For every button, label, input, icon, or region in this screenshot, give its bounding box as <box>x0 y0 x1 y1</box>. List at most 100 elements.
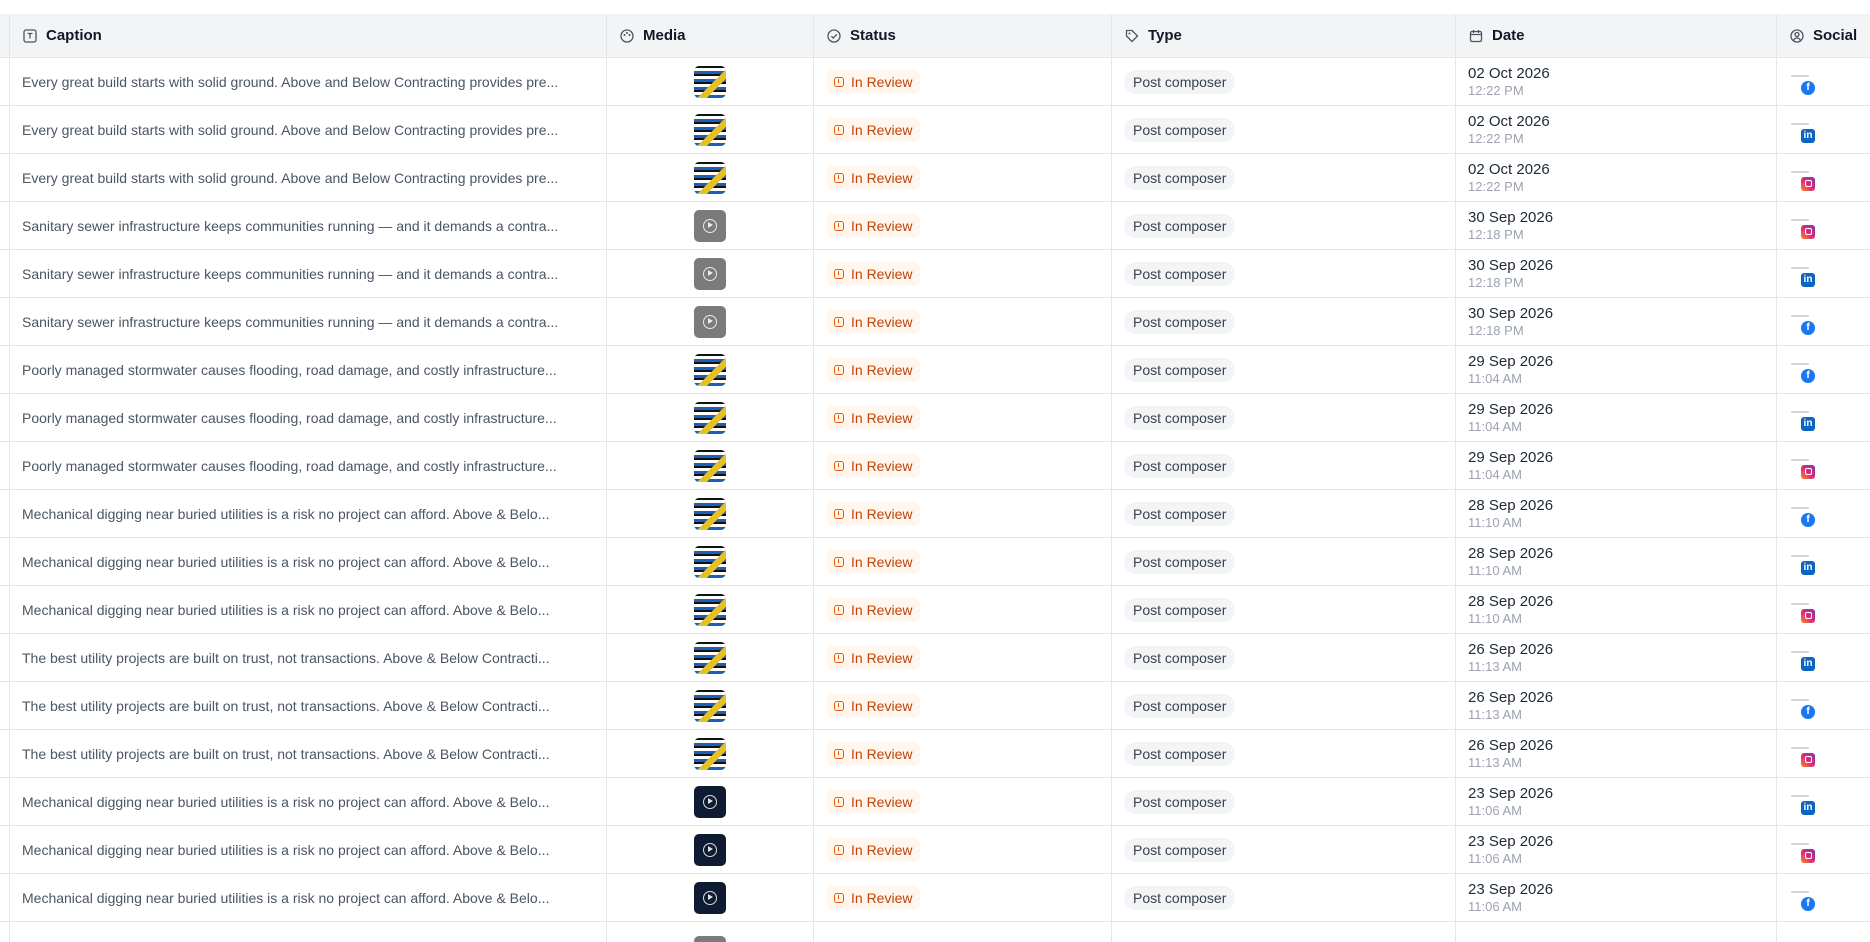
status-cell[interactable]: In Review <box>814 250 1112 297</box>
date-cell[interactable]: 30 Sep 2026 12:18 PM <box>1456 298 1777 345</box>
type-cell[interactable]: Post composer <box>1112 250 1456 297</box>
social-cell[interactable]: in <box>1777 634 1870 681</box>
column-header-social[interactable]: Social <box>1777 14 1870 57</box>
social-account[interactable] <box>1789 837 1815 863</box>
image-thumbnail[interactable] <box>694 449 726 482</box>
caption-cell[interactable]: Poorly managed stormwater causes floodin… <box>10 442 607 489</box>
social-cell[interactable]: in <box>1777 106 1870 153</box>
social-cell[interactable]: f <box>1777 346 1870 393</box>
table-row[interactable]: Every great build starts with solid grou… <box>0 58 1870 106</box>
image-thumbnail[interactable] <box>694 689 726 722</box>
caption-cell[interactable]: Every great build starts with solid grou… <box>10 154 607 201</box>
social-account[interactable]: f <box>1789 501 1815 527</box>
media-cell[interactable] <box>607 778 814 825</box>
status-badge[interactable]: In Review <box>826 309 921 334</box>
social-cell[interactable]: f <box>1777 874 1870 921</box>
table-row[interactable]: Sanitary sewer infrastructure keeps comm… <box>0 250 1870 298</box>
social-account[interactable] <box>1789 597 1815 623</box>
status-cell[interactable]: In Review <box>814 394 1112 441</box>
media-cell[interactable] <box>607 586 814 633</box>
date-cell[interactable]: 26 Sep 2026 11:13 AM <box>1456 682 1777 729</box>
status-cell[interactable]: In Review <box>814 58 1112 105</box>
status-cell[interactable]: In Review <box>814 778 1112 825</box>
status-badge[interactable]: In Review <box>826 453 921 478</box>
column-header-date[interactable]: Date <box>1456 14 1777 57</box>
video-thumbnail[interactable] <box>694 209 726 242</box>
status-cell[interactable]: In Review <box>814 442 1112 489</box>
caption-cell[interactable]: Mechanical digging near buried utilities… <box>10 490 607 537</box>
status-badge[interactable]: In Review <box>826 549 921 574</box>
column-header-media[interactable]: Media <box>607 14 814 57</box>
media-cell[interactable] <box>607 346 814 393</box>
caption-cell[interactable]: Sanitary sewer infrastructure keeps comm… <box>10 202 607 249</box>
image-thumbnail[interactable] <box>694 353 726 386</box>
image-thumbnail[interactable] <box>694 545 726 578</box>
status-badge[interactable]: In Review <box>826 741 921 766</box>
table-row[interactable]: Mechanical digging near buried utilities… <box>0 778 1870 826</box>
social-cell[interactable]: f <box>1777 58 1870 105</box>
media-cell[interactable] <box>607 394 814 441</box>
social-cell[interactable] <box>1777 826 1870 873</box>
social-cell[interactable]: in <box>1777 394 1870 441</box>
image-thumbnail[interactable] <box>694 641 726 674</box>
media-cell[interactable] <box>607 106 814 153</box>
status-badge[interactable]: In Review <box>826 693 921 718</box>
date-cell[interactable]: 02 Oct 2026 12:22 PM <box>1456 106 1777 153</box>
social-account[interactable]: f <box>1789 69 1815 95</box>
date-cell[interactable]: 26 Sep 2026 11:13 AM <box>1456 730 1777 777</box>
date-cell[interactable]: 28 Sep 2026 11:10 AM <box>1456 538 1777 585</box>
caption-cell[interactable]: Mechanical digging near buried utilities… <box>10 538 607 585</box>
date-cell[interactable]: 29 Sep 2026 11:04 AM <box>1456 346 1777 393</box>
caption-cell[interactable]: The best utility projects are built on t… <box>10 730 607 777</box>
status-badge[interactable]: In Review <box>826 261 921 286</box>
media-cell[interactable] <box>607 58 814 105</box>
status-badge[interactable]: In Review <box>826 645 921 670</box>
media-cell[interactable] <box>607 682 814 729</box>
social-cell[interactable] <box>1777 154 1870 201</box>
table-row[interactable]: Every great build starts with solid grou… <box>0 154 1870 202</box>
social-account[interactable]: in <box>1789 549 1815 575</box>
table-row[interactable]: The best utility projects are built on t… <box>0 730 1870 778</box>
date-cell[interactable]: 28 Sep 2026 11:10 AM <box>1456 586 1777 633</box>
social-account[interactable]: in <box>1789 117 1815 143</box>
social-account[interactable]: in <box>1789 261 1815 287</box>
video-thumbnail[interactable] <box>694 833 726 866</box>
social-cell[interactable] <box>1777 730 1870 777</box>
type-cell[interactable]: Post composer <box>1112 394 1456 441</box>
social-account[interactable] <box>1789 165 1815 191</box>
video-thumbnail[interactable] <box>694 257 726 290</box>
status-badge[interactable]: In Review <box>826 789 921 814</box>
type-cell[interactable]: Post composer <box>1112 586 1456 633</box>
table-row[interactable]: Sanitary sewer infrastructure keeps comm… <box>0 202 1870 250</box>
table-row[interactable]: Poorly managed stormwater causes floodin… <box>0 394 1870 442</box>
date-cell[interactable]: 02 Oct 2026 12:22 PM <box>1456 58 1777 105</box>
status-cell[interactable]: In Review <box>814 298 1112 345</box>
social-account[interactable] <box>1789 453 1815 479</box>
image-thumbnail[interactable] <box>694 161 726 194</box>
media-cell[interactable] <box>607 202 814 249</box>
caption-cell[interactable]: Mechanical digging near buried utilities… <box>10 826 607 873</box>
type-cell[interactable]: Post composer <box>1112 154 1456 201</box>
table-row[interactable]: Sanitary sewer infrastructure keeps comm… <box>0 298 1870 346</box>
image-thumbnail[interactable] <box>694 65 726 98</box>
type-cell[interactable]: Post composer <box>1112 490 1456 537</box>
table-row[interactable]: Mechanical digging near buried utilities… <box>0 586 1870 634</box>
date-cell[interactable]: 23 Sep 2026 11:06 AM <box>1456 826 1777 873</box>
social-cell[interactable]: f <box>1777 682 1870 729</box>
caption-cell[interactable]: Mechanical digging near buried utilities… <box>10 778 607 825</box>
date-cell[interactable]: 30 Sep 2026 12:18 PM <box>1456 202 1777 249</box>
social-account[interactable] <box>1789 213 1815 239</box>
social-cell[interactable]: f <box>1777 490 1870 537</box>
video-thumbnail[interactable] <box>694 305 726 338</box>
caption-cell[interactable]: Every great build starts with solid grou… <box>10 106 607 153</box>
status-cell[interactable]: In Review <box>814 634 1112 681</box>
status-cell[interactable]: In Review <box>814 154 1112 201</box>
social-cell[interactable]: f <box>1777 298 1870 345</box>
social-account[interactable] <box>1789 741 1815 767</box>
social-cell[interactable]: in <box>1777 778 1870 825</box>
social-account[interactable]: f <box>1789 693 1815 719</box>
media-cell[interactable] <box>607 730 814 777</box>
type-cell[interactable]: Post composer <box>1112 826 1456 873</box>
status-cell[interactable]: In Review <box>814 586 1112 633</box>
media-cell[interactable] <box>607 826 814 873</box>
